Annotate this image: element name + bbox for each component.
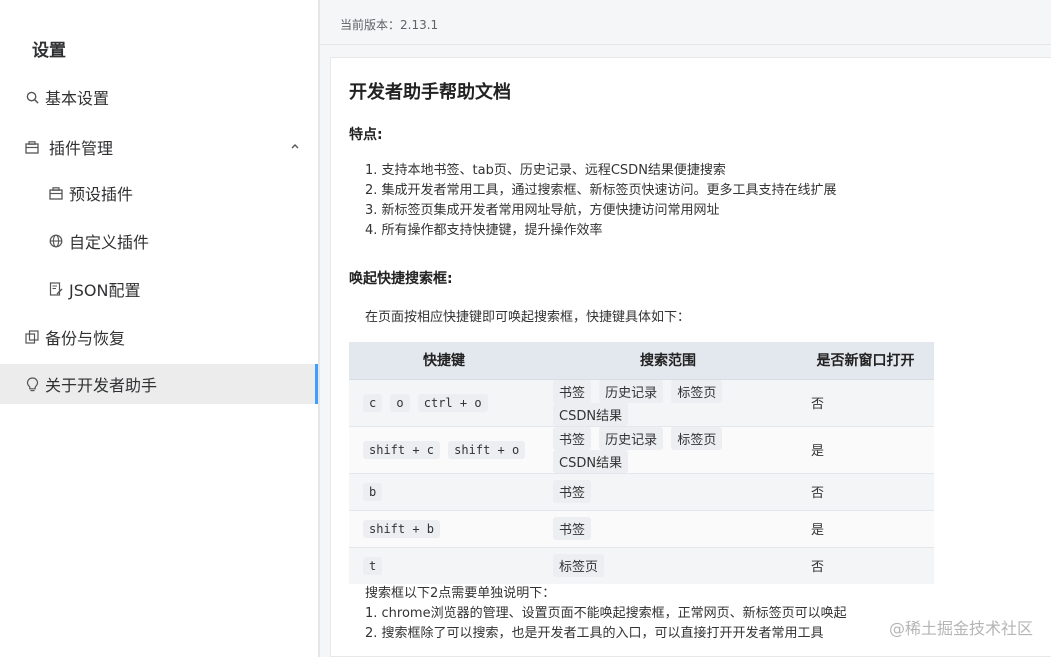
scope-tag: 书签 xyxy=(553,426,592,450)
scope-tag: 书签 xyxy=(553,379,592,403)
scope-cell: 书签 历史记录 标签页 CSDN结果 xyxy=(539,378,797,426)
scope-tag: 书签 xyxy=(553,480,592,503)
page-title: 开发者助手帮助文档 xyxy=(349,82,511,103)
keys-cell: shift + b xyxy=(349,509,539,547)
keys-cell: shift + c shift + o xyxy=(349,425,539,473)
key-code: c xyxy=(363,393,383,412)
new-window-cell: 是 xyxy=(797,509,934,547)
key-code: t xyxy=(363,556,383,575)
list-item: 1. chrome浏览器的管理、设置页面不能唤起搜索框，正常网页、新标签页可以唤… xyxy=(365,606,847,621)
sidebar-item-label: 关于开发者助手 xyxy=(45,376,158,395)
sidebar-item-label: JSON配置 xyxy=(69,281,141,300)
new-window-cell: 否 xyxy=(797,378,934,426)
header-divider xyxy=(320,44,1051,45)
scope-tag: CSDN结果 xyxy=(553,402,629,426)
notes-section: 搜索框以下2点需要单独说明下： 1. chrome浏览器的管理、设置页面不能唤起… xyxy=(365,584,847,644)
table-row: t 标签页 否 xyxy=(349,546,934,584)
box-icon xyxy=(25,140,39,154)
sidebar: 设置 基本设置 插件管理 预设插件 自定义插件 JSON配置 备份与恢复 关于开… xyxy=(0,0,318,657)
chevron-up-icon[interactable] xyxy=(290,141,300,151)
sidebar-item-plugin-management[interactable]: 插件管理 xyxy=(0,127,318,167)
scope-tag: 历史记录 xyxy=(599,426,664,450)
table-row: b 书签 否 xyxy=(349,472,934,510)
features-list: 1. 支持本地书签、tab页、历史记录、远程CSDN结果便捷搜索 2. 集成开发… xyxy=(365,161,837,241)
list-item: 2. 集成开发者常用工具，通过搜索框、新标签页快速访问。更多工具支持在线扩展 xyxy=(365,183,837,198)
key-code: shift + o xyxy=(448,440,526,459)
new-window-cell: 是 xyxy=(797,425,934,473)
sidebar-item-label: 自定义插件 xyxy=(69,233,150,252)
scope-tag: 书签 xyxy=(553,517,592,540)
scope-tag: 标签页 xyxy=(553,554,605,578)
key-code: b xyxy=(363,482,383,501)
scope-tag: 标签页 xyxy=(671,426,723,450)
scope-tag: 标签页 xyxy=(671,379,723,403)
table-header: 是否新窗口打开 xyxy=(797,342,934,380)
main-content: 当前版本：2.13.1 开发者助手帮助文档 特点: 1. 支持本地书签、tab页… xyxy=(320,0,1051,657)
sidebar-item-about[interactable]: 关于开发者助手 xyxy=(0,364,318,404)
sidebar-item-label: 基本设置 xyxy=(45,89,110,108)
sidebar-item-custom-plugins[interactable]: 自定义插件 xyxy=(0,221,318,261)
sidebar-item-backup-restore[interactable]: 备份与恢复 xyxy=(0,317,318,357)
scope-tag: 历史记录 xyxy=(599,379,664,403)
keys-cell: t xyxy=(349,546,539,584)
keys-cell: b xyxy=(349,472,539,510)
bulb-icon xyxy=(25,376,39,391)
sidebar-item-label: 备份与恢复 xyxy=(45,329,126,348)
copy-icon xyxy=(25,330,39,344)
list-item: 2. 搜索框除了可以搜索，也是开发者工具的入口，可以直接打开开发者常用工具 xyxy=(365,626,824,641)
key-code: ctrl + o xyxy=(417,393,488,412)
sidebar-item-label: 预设插件 xyxy=(69,185,134,204)
scope-cell: 书签 历史记录 标签页 CSDN结果 xyxy=(539,425,797,473)
globe-icon xyxy=(49,234,63,248)
version-label: 当前版本：2.13.1 xyxy=(340,18,439,32)
scope-cell: 书签 xyxy=(539,472,797,510)
features-heading: 特点: xyxy=(349,127,383,143)
key-code: shift + c xyxy=(363,440,441,459)
list-item: 3. 新标签页集成开发者常用网址导航，方便快捷访问常用网址 xyxy=(365,203,720,218)
search-icon xyxy=(25,90,39,104)
table-header-row: 快捷键 搜索范围 是否新窗口打开 xyxy=(349,342,934,380)
new-window-cell: 否 xyxy=(797,546,934,584)
key-code: shift + b xyxy=(363,519,441,538)
table-header: 快捷键 xyxy=(349,342,539,380)
scope-tag: CSDN结果 xyxy=(553,449,629,473)
list-item: 4. 所有操作都支持快捷键，提升操作效率 xyxy=(365,223,603,238)
box-icon xyxy=(49,186,63,200)
sidebar-item-json-config[interactable]: JSON配置 xyxy=(0,269,318,309)
list-item: 1. 支持本地书签、tab页、历史记录、远程CSDN结果便捷搜索 xyxy=(365,163,726,178)
table-header: 搜索范围 xyxy=(539,342,797,380)
file-edit-icon xyxy=(49,282,63,296)
shortcut-heading: 唤起快捷搜索框: xyxy=(349,271,453,287)
shortcut-table: 快捷键 搜索范围 是否新窗口打开 c o ctrl + o 书签 历史记录 标签… xyxy=(349,342,934,584)
sidebar-item-label: 插件管理 xyxy=(49,139,114,158)
table-row: c o ctrl + o 书签 历史记录 标签页 CSDN结果 否 xyxy=(349,378,934,426)
shortcut-intro: 在页面按相应快捷键即可唤起搜索框，快捷键具体如下： xyxy=(365,310,691,325)
notes-intro: 搜索框以下2点需要单独说明下： xyxy=(365,586,556,601)
new-window-cell: 否 xyxy=(797,472,934,510)
table-row: shift + c shift + o 书签 历史记录 标签页 CSDN结果 是 xyxy=(349,425,934,473)
key-code: o xyxy=(390,393,410,412)
help-doc-card: 开发者助手帮助文档 特点: 1. 支持本地书签、tab页、历史记录、远程CSDN… xyxy=(330,57,1051,657)
sidebar-item-basic-settings[interactable]: 基本设置 xyxy=(0,77,318,117)
sidebar-title: 设置 xyxy=(32,41,66,61)
keys-cell: c o ctrl + o xyxy=(349,378,539,426)
sidebar-item-preset-plugins[interactable]: 预设插件 xyxy=(0,173,318,213)
watermark: @稀土掘金技术社区 xyxy=(888,619,1033,638)
scope-cell: 标签页 xyxy=(539,546,797,584)
scope-cell: 书签 xyxy=(539,509,797,547)
table-row: shift + b 书签 是 xyxy=(349,509,934,547)
